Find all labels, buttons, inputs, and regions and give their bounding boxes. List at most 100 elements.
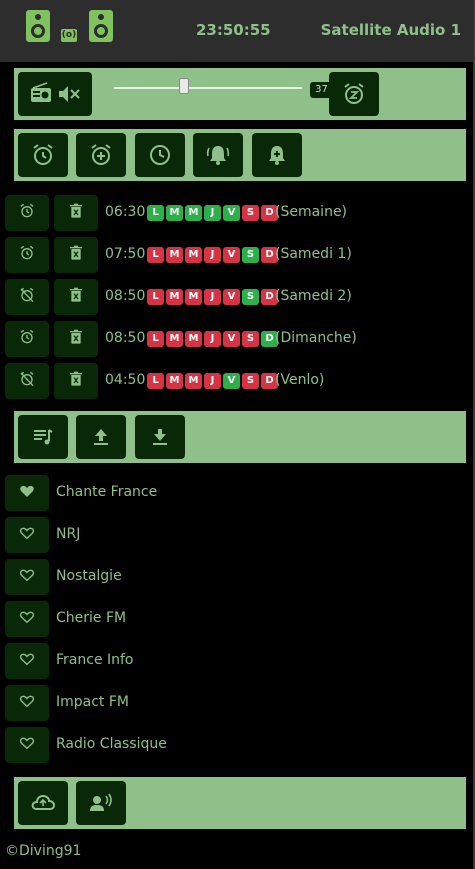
alarm-label: (Venlo) [275, 372, 325, 388]
day-badge[interactable]: L [147, 289, 164, 305]
day-badge[interactable]: M [166, 289, 183, 305]
add-alarm-button[interactable] [76, 133, 126, 177]
station-name[interactable]: Cherie FM [56, 610, 126, 626]
day-badge[interactable]: J [204, 247, 221, 263]
station-row[interactable]: Impact FM [5, 685, 470, 723]
day-badge[interactable]: L [147, 373, 164, 389]
day-badge[interactable]: J [204, 331, 221, 347]
day-badge[interactable]: S [242, 247, 259, 263]
delete-alarm-button[interactable] [54, 279, 98, 315]
upload-button[interactable] [76, 415, 126, 459]
station-row[interactable]: Cherie FM [5, 601, 470, 639]
day-badge[interactable]: V [223, 331, 240, 347]
day-badge[interactable]: V [223, 373, 240, 389]
clock-button[interactable] [135, 133, 185, 177]
device-name[interactable]: Satellite Audio 1 [321, 21, 461, 39]
favorite-button[interactable] [5, 517, 49, 553]
day-badge[interactable]: M [185, 205, 202, 221]
day-badge[interactable]: V [223, 205, 240, 221]
trash-icon [69, 371, 83, 391]
day-badge[interactable]: S [242, 373, 259, 389]
favorite-button[interactable] [5, 559, 49, 595]
alarm-label: (Dimanche) [275, 330, 357, 346]
heart-outline-icon [19, 693, 35, 713]
favorite-button[interactable] [5, 685, 49, 721]
station-row[interactable]: Nostalgie [5, 559, 470, 597]
day-badge[interactable]: M [185, 331, 202, 347]
day-badge[interactable]: M [166, 373, 183, 389]
playlist-toolbar [14, 411, 466, 463]
radio-icon [31, 82, 80, 102]
bell-add-icon [269, 146, 285, 165]
alarm-days: LMMJVSD [147, 289, 278, 305]
alarm-on-toggle[interactable] [5, 237, 49, 273]
station-row[interactable]: Radio Classique [5, 727, 470, 765]
radio-mute-button[interactable] [18, 72, 92, 116]
alarm-off-toggle[interactable] [5, 279, 49, 315]
station-row[interactable]: Chante France [5, 475, 470, 513]
alarm-time[interactable]: 08:50 [105, 288, 145, 304]
alarm-time[interactable]: 06:30 [105, 204, 145, 220]
day-badge[interactable]: V [223, 247, 240, 263]
day-badge[interactable]: S [242, 331, 259, 347]
favorite-button[interactable] [5, 727, 49, 763]
radio-wave-icon[interactable]: (o) [61, 29, 77, 42]
day-badge[interactable]: L [147, 247, 164, 263]
clock-icon [150, 145, 170, 165]
day-badge[interactable]: L [147, 205, 164, 221]
alarm-off-toggle[interactable] [5, 363, 49, 399]
playlist-button[interactable] [18, 415, 68, 459]
snooze-button[interactable] [329, 72, 379, 116]
bell-ring-button[interactable] [193, 133, 243, 177]
day-badge[interactable]: L [147, 331, 164, 347]
day-badge[interactable]: J [204, 205, 221, 221]
day-badge[interactable]: S [242, 205, 259, 221]
day-badge[interactable]: M [166, 205, 183, 221]
delete-alarm-button[interactable] [54, 237, 98, 273]
playlist-icon [34, 429, 53, 445]
alarm-time[interactable]: 07:50 [105, 246, 145, 262]
alarm-row: 04:50 L M M J V S D (Venlo) [5, 363, 470, 401]
alarm-button[interactable] [18, 133, 68, 177]
download-button[interactable] [135, 415, 185, 459]
day-badge[interactable]: J [204, 373, 221, 389]
station-name[interactable]: Radio Classique [56, 736, 167, 752]
speaker-icon[interactable] [89, 10, 113, 42]
cloud-icon [31, 794, 56, 810]
volume-slider-track[interactable] [114, 87, 302, 89]
heart-outline-icon [19, 735, 35, 755]
alarm-time[interactable]: 08:50 [105, 330, 145, 346]
alarm-on-toggle[interactable] [5, 321, 49, 357]
day-badge[interactable]: M [166, 331, 183, 347]
favorite-button[interactable] [5, 601, 49, 637]
delete-alarm-button[interactable] [54, 321, 98, 357]
day-badge[interactable]: M [185, 373, 202, 389]
bell-add-button[interactable] [252, 133, 302, 177]
day-badge[interactable]: V [223, 289, 240, 305]
station-name[interactable]: Chante France [56, 484, 157, 500]
station-name[interactable]: France Info [56, 652, 134, 668]
voice-button[interactable] [76, 781, 126, 825]
alarm-time[interactable]: 04:50 [105, 372, 145, 388]
speaker-icon[interactable] [26, 10, 50, 42]
volume-slider-thumb[interactable] [178, 78, 189, 94]
alarm-on-toggle[interactable] [5, 195, 49, 231]
station-name[interactable]: Nostalgie [56, 568, 122, 584]
favorite-button[interactable] [5, 643, 49, 679]
cloud-button[interactable] [18, 781, 68, 825]
day-badge[interactable]: S [242, 289, 259, 305]
station-row[interactable]: NRJ [5, 517, 470, 555]
delete-alarm-button[interactable] [54, 363, 98, 399]
snooze-icon [344, 83, 364, 104]
station-name[interactable]: NRJ [56, 526, 80, 542]
day-badge[interactable]: J [204, 289, 221, 305]
day-badge[interactable]: M [185, 247, 202, 263]
station-name[interactable]: Impact FM [56, 694, 129, 710]
favorite-button[interactable] [5, 475, 49, 511]
download-icon [153, 429, 167, 445]
day-badge[interactable]: M [185, 289, 202, 305]
day-badge[interactable]: M [166, 247, 183, 263]
footer-credit: ©Diving91 [5, 843, 82, 859]
station-row[interactable]: France Info [5, 643, 470, 681]
delete-alarm-button[interactable] [54, 195, 98, 231]
